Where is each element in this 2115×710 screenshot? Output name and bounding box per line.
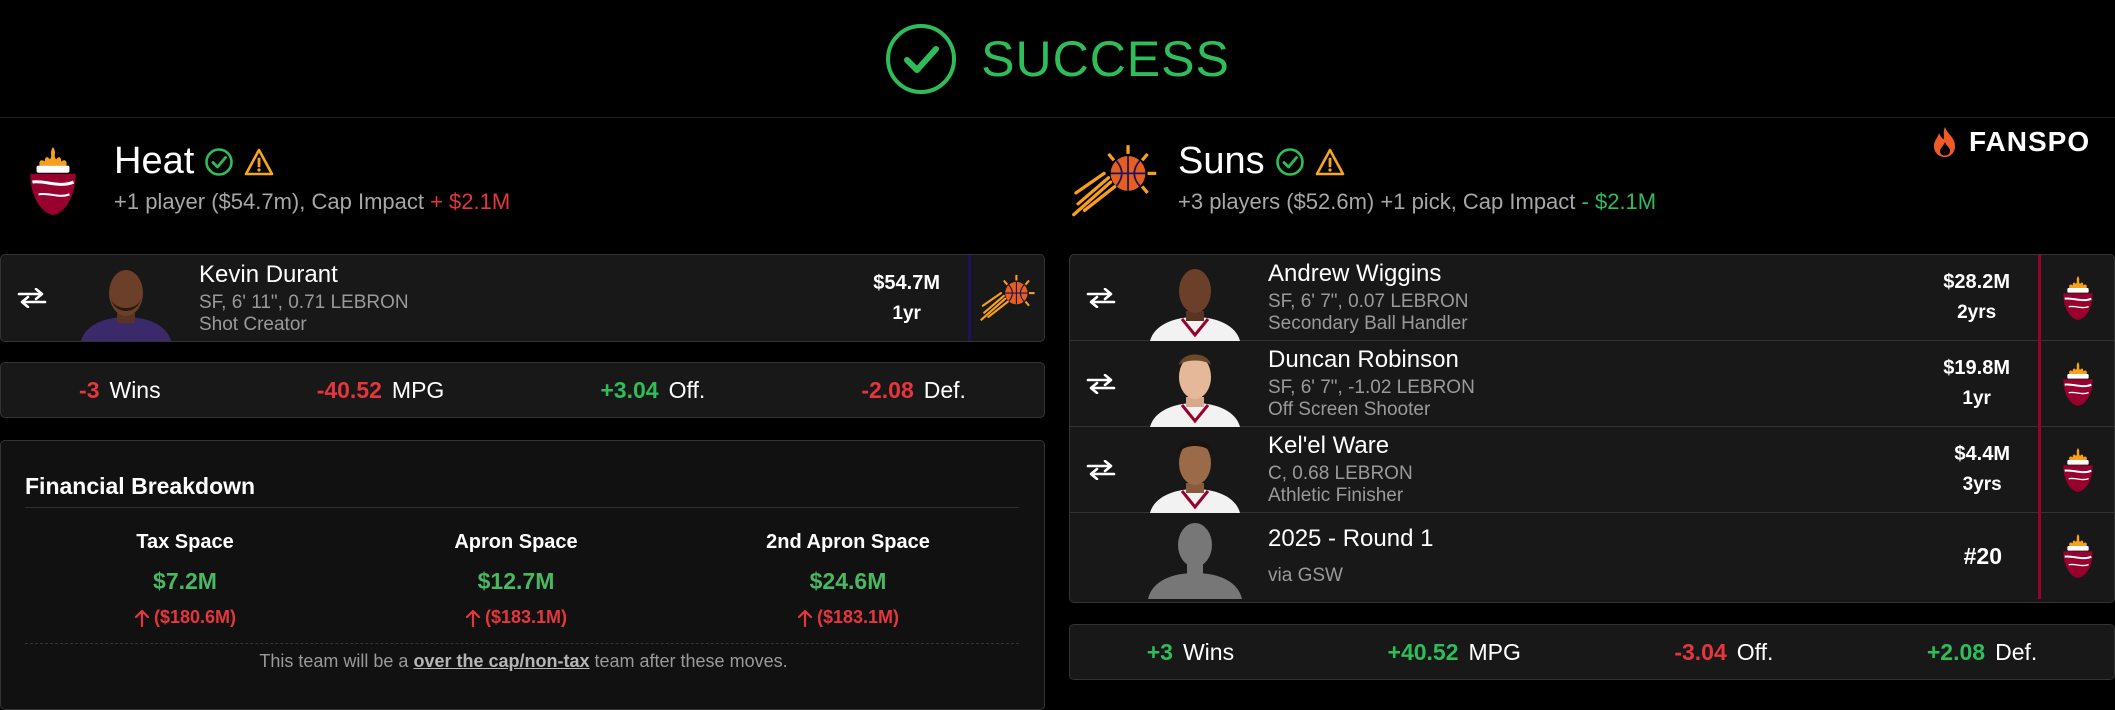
player-row[interactable]: Andrew Wiggins SF, 6' 7", 0.07 LEBRON Se… (1070, 254, 2114, 341)
success-check-icon (886, 23, 957, 94)
suns-team-header: Suns +3 players ($52.6m) +1 pick, Cap Im… (1070, 140, 1656, 240)
heat-trade-summary: +1 player ($54.7m), Cap Impact + $2.1M (114, 189, 511, 214)
suns-team-name: Suns (1178, 140, 1265, 182)
cap-status-note: This team will be a over the cap/non-tax… (259, 651, 788, 671)
player-row[interactable]: Duncan Robinson SF, 6' 7", -1.02 LEBRON … (1070, 340, 2114, 427)
stat-off: -3.04 Off. (1674, 638, 1774, 665)
suns-stat-changes: +3 Wins +40.52 MPG -3.04 Off. +2.08 Def. (1069, 624, 2115, 680)
check-circle-icon (1275, 147, 1305, 177)
player-position-rating: C, 0.68 LEBRON (1268, 463, 1413, 484)
arrow-up-icon (134, 609, 150, 627)
cap-status-link[interactable]: over the cap/non-tax (413, 651, 589, 671)
stat-wins: -3 Wins (79, 376, 161, 403)
suns-outgoing-players: Andrew Wiggins SF, 6' 7", 0.07 LEBRON Se… (1069, 254, 2115, 603)
heat-stat-changes: -3 Wins -40.52 MPG +3.04 Off. -2.08 Def. (0, 362, 1045, 418)
suns-trade-summary: +3 players ($52.6m) +1 pick, Cap Impact … (1178, 189, 1657, 214)
player-name[interactable]: Kel'el Ware (1268, 432, 1954, 460)
player-archetype: Shot Creator (199, 313, 307, 335)
second-apron-space-column: 2nd Apron Space $24.6M ($183.1M) (766, 531, 930, 627)
pick-name[interactable]: 2025 - Round 1 (1268, 525, 1964, 553)
heat-logo-icon (2038, 254, 2114, 341)
arrow-up-icon (797, 609, 813, 627)
player-position-rating: SF, 6' 7", -1.02 LEBRON (1268, 377, 1475, 398)
player-name[interactable]: Duncan Robinson (1268, 346, 1943, 374)
swap-icon[interactable] (1086, 460, 1116, 480)
suns-cap-impact: - $2.1M (1581, 189, 1657, 214)
player-archetype: Secondary Ball Handler (1268, 313, 1468, 334)
success-banner: SUCCESS (0, 0, 2115, 118)
player-contract: $54.7M 1yr (873, 271, 940, 324)
fanspo-logo[interactable]: FANSPO (1931, 126, 2090, 158)
player-name[interactable]: Kevin Durant (199, 261, 873, 289)
player-archetype: Athletic Finisher (1268, 485, 1404, 506)
heat-cap-impact: + $2.1M (430, 189, 511, 214)
apron-space-column: Apron Space $12.7M ($183.1M) (454, 531, 578, 627)
silhouette-icon (1140, 513, 1250, 599)
swap-icon[interactable] (17, 288, 47, 308)
player-row[interactable]: Kevin Durant SF, 6' 11", 0.71 LEBRON Sho… (1, 255, 1044, 341)
player-contract: $19.8M 1yr (1943, 357, 2010, 409)
heat-outgoing-players: Kevin Durant SF, 6' 11", 0.71 LEBRON Sho… (0, 254, 1045, 342)
stat-mpg: -40.52 MPG (316, 376, 445, 403)
draft-pick-row[interactable]: 2025 - Round 1 via GSW #20 (1070, 513, 2114, 599)
stat-def: -2.08 Def. (861, 376, 966, 403)
financial-breakdown: Financial Breakdown Tax Space $7.2M ($18… (0, 440, 1045, 710)
player-position-rating: SF, 6' 11", 0.71 LEBRON (199, 291, 409, 313)
heat-team-header: Heat +1 player ($54.7m), Cap Impact + $2… (12, 140, 510, 240)
divider (25, 643, 1019, 644)
heat-logo-icon (2038, 426, 2114, 513)
player-contract: $28.2M 2yrs (1943, 271, 2010, 323)
heat-logo-icon (12, 140, 94, 222)
divider (25, 507, 1019, 508)
heat-logo-icon (2038, 340, 2114, 427)
heat-team-name: Heat (114, 140, 195, 182)
financial-breakdown-title: Financial Breakdown (25, 473, 256, 499)
player-row[interactable]: Kel'el Ware C, 0.68 LEBRON Athletic Fini… (1070, 426, 2114, 513)
player-headshot (1140, 341, 1250, 427)
heat-logo-icon (2038, 513, 2114, 599)
success-text: SUCCESS (981, 30, 1230, 87)
flame-icon (1934, 127, 1955, 157)
check-circle-icon (204, 147, 234, 177)
suns-logo-icon (968, 255, 1044, 341)
stat-wins: +3 Wins (1146, 638, 1235, 665)
arrow-up-icon (465, 609, 481, 627)
warning-icon[interactable] (244, 147, 274, 177)
player-headshot (1140, 255, 1250, 341)
player-position-rating: SF, 6' 7", 0.07 LEBRON (1268, 291, 1469, 312)
stat-off: +3.04 Off. (600, 376, 706, 403)
tax-space-column: Tax Space $7.2M ($180.6M) (20, 531, 350, 628)
pick-number: #20 (1963, 542, 2002, 569)
player-headshot (71, 255, 181, 341)
stat-def: +2.08 Def. (1926, 638, 2038, 665)
player-archetype: Off Screen Shooter (1268, 399, 1431, 420)
swap-icon[interactable] (1086, 374, 1116, 394)
player-contract: $4.4M 3yrs (1954, 443, 2010, 495)
stat-mpg: +40.52 MPG (1387, 638, 1521, 665)
warning-icon[interactable] (1315, 147, 1345, 177)
suns-logo-icon (1070, 140, 1160, 222)
player-name[interactable]: Andrew Wiggins (1268, 260, 1943, 288)
pick-origin: via GSW (1268, 565, 1343, 586)
fanspo-text: FANSPO (1969, 126, 2091, 157)
swap-icon[interactable] (1086, 288, 1116, 308)
player-headshot (1140, 427, 1250, 513)
